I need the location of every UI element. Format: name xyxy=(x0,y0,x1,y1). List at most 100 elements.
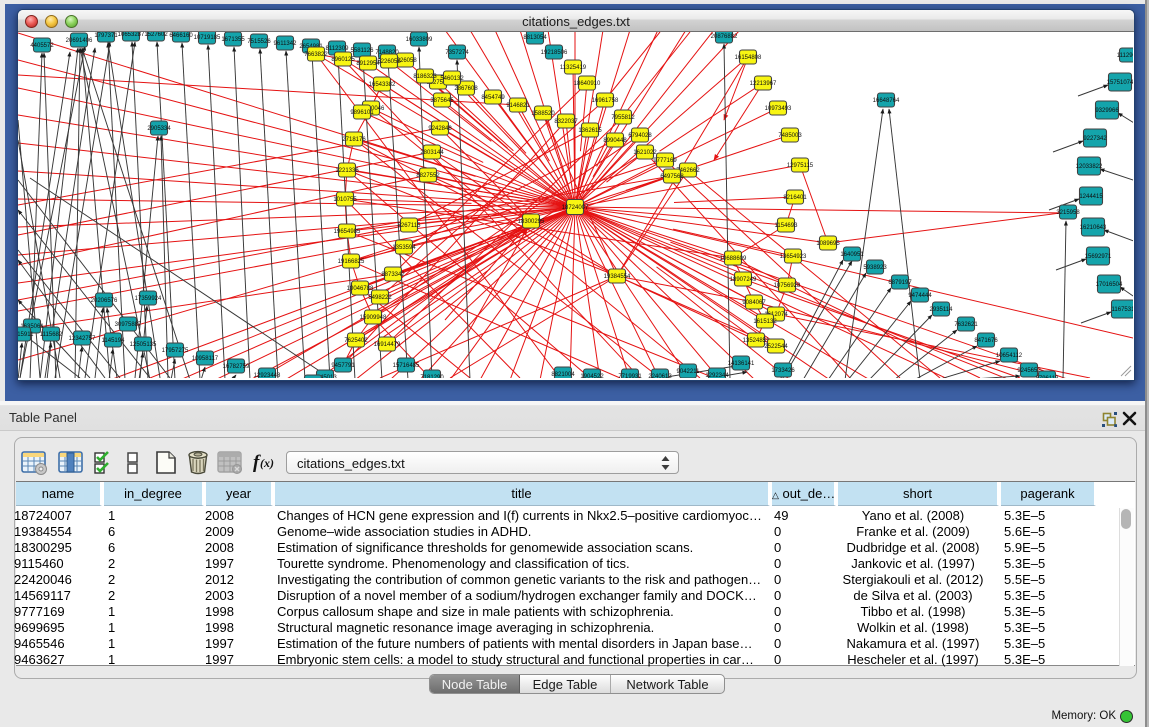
svg-text:9474444: 9474444 xyxy=(908,293,932,299)
svg-text:8873342: 8873342 xyxy=(381,272,405,278)
svg-text:17016504: 17016504 xyxy=(1096,282,1123,288)
svg-text:8454749: 8454749 xyxy=(481,95,505,101)
svg-text:16543382: 16543382 xyxy=(369,82,396,88)
svg-text:20206576: 20206576 xyxy=(91,298,118,304)
svg-text:1353594: 1353594 xyxy=(392,245,416,251)
svg-text:1640951: 1640951 xyxy=(840,252,864,258)
svg-text:8827552: 8827552 xyxy=(416,173,440,179)
svg-text:5938923: 5938923 xyxy=(863,265,887,271)
svg-text:1167531: 1167531 xyxy=(1112,307,1133,313)
svg-text:1010755: 1010755 xyxy=(333,197,357,203)
svg-text:19218506: 19218506 xyxy=(541,50,568,56)
svg-text:13654923: 13654923 xyxy=(780,254,807,260)
svg-text:1115682: 1115682 xyxy=(40,332,63,338)
svg-text:18724007: 18724007 xyxy=(562,205,589,211)
svg-text:12342757: 12342757 xyxy=(69,336,96,342)
svg-text:17359924: 17359924 xyxy=(135,296,162,302)
svg-text:8990448: 8990448 xyxy=(603,138,627,144)
svg-text:19384554: 19384554 xyxy=(604,274,631,280)
svg-text:8796113: 8796113 xyxy=(1036,376,1060,378)
svg-text:20876882: 20876882 xyxy=(711,34,738,40)
svg-text:11325419: 11325419 xyxy=(560,65,587,71)
svg-text:7515526: 7515526 xyxy=(247,39,271,45)
svg-text:1145194: 1145194 xyxy=(102,338,126,344)
svg-text:7625402: 7625402 xyxy=(344,338,368,344)
svg-text:15692971: 15692971 xyxy=(1085,254,1112,260)
svg-text:8216401: 8216401 xyxy=(783,195,807,201)
svg-text:16961758: 16961758 xyxy=(592,98,619,104)
svg-text:1089695: 1089695 xyxy=(816,241,840,247)
svg-text:14136141: 14136141 xyxy=(728,361,755,367)
svg-text:1154693: 1154693 xyxy=(775,223,799,229)
svg-text:3875645: 3875645 xyxy=(430,98,454,104)
svg-text:1797371: 1797371 xyxy=(94,33,118,39)
svg-text:(x): (x) xyxy=(260,456,274,470)
svg-text:8186323: 8186323 xyxy=(413,74,437,80)
svg-text:10958117: 10958117 xyxy=(192,356,219,362)
svg-text:1244415: 1244415 xyxy=(1079,194,1103,200)
svg-text:8112309: 8112309 xyxy=(326,46,350,52)
svg-text:10756928: 10756928 xyxy=(774,283,801,289)
svg-text:5226058: 5226058 xyxy=(377,59,401,65)
svg-text:1733426: 1733426 xyxy=(771,368,795,374)
svg-text:9329966: 9329966 xyxy=(1095,108,1119,114)
svg-text:10654112: 10654112 xyxy=(996,353,1023,359)
svg-text:10653287: 10653287 xyxy=(118,32,145,38)
svg-text:10719185: 10719185 xyxy=(194,35,221,41)
svg-text:2867608: 2867608 xyxy=(454,86,478,92)
svg-text:15716485: 15716485 xyxy=(393,363,420,369)
svg-text:10046788: 10046788 xyxy=(347,286,374,292)
svg-text:1292344: 1292344 xyxy=(705,373,729,378)
svg-text:17957275: 17957275 xyxy=(162,348,189,354)
svg-text:16033809: 16033809 xyxy=(406,37,433,43)
svg-text:9146821: 9146821 xyxy=(506,103,530,109)
svg-text:1588520: 1588520 xyxy=(531,111,555,117)
svg-text:9245652: 9245652 xyxy=(1017,368,1041,374)
svg-text:7955812: 7955812 xyxy=(611,115,635,121)
svg-text:19166825: 19166825 xyxy=(338,259,365,265)
svg-text:20691406: 20691406 xyxy=(66,38,93,44)
svg-text:19654985: 19654985 xyxy=(334,229,361,235)
svg-text:2522544: 2522544 xyxy=(764,344,788,350)
svg-text:9084067: 9084067 xyxy=(742,300,766,306)
svg-text:8821004: 8821004 xyxy=(551,372,575,378)
svg-text:6794028: 6794028 xyxy=(628,133,652,139)
svg-text:12923448: 12923448 xyxy=(254,373,281,378)
svg-text:1615132: 1615132 xyxy=(753,319,777,325)
svg-text:18907249: 18907249 xyxy=(730,277,757,283)
svg-text:7181290: 7181290 xyxy=(420,375,444,378)
svg-text:1527602: 1527602 xyxy=(144,32,168,38)
svg-text:1621022: 1621022 xyxy=(633,150,657,156)
svg-text:30975887: 30975887 xyxy=(115,322,142,328)
svg-text:5498222: 5498222 xyxy=(368,295,392,301)
svg-text:10688609: 10688609 xyxy=(720,256,747,262)
svg-text:16154808: 16154808 xyxy=(735,55,762,61)
svg-text:15751074: 15751074 xyxy=(1107,80,1133,86)
svg-text:9457791: 9457791 xyxy=(331,363,355,369)
svg-text:6879197: 6879197 xyxy=(888,280,912,286)
svg-text:2240613: 2240613 xyxy=(648,374,672,378)
svg-text:1112906: 1112906 xyxy=(1117,53,1133,59)
svg-text:4405572: 4405572 xyxy=(30,43,54,49)
svg-text:5581126: 5581126 xyxy=(351,48,375,54)
svg-text:6497568: 6497568 xyxy=(660,174,684,180)
svg-text:2803144: 2803144 xyxy=(420,150,444,156)
svg-text:7663822: 7663822 xyxy=(304,52,328,58)
svg-text:12975115: 12975115 xyxy=(787,163,814,169)
svg-text:8267115: 8267115 xyxy=(398,223,422,229)
svg-text:3215958: 3215958 xyxy=(1056,210,1080,216)
svg-text:1362615: 1362615 xyxy=(578,128,602,134)
svg-text:1904522: 1904522 xyxy=(580,374,604,378)
svg-text:3915911: 3915911 xyxy=(18,332,34,338)
svg-text:7485003: 7485003 xyxy=(778,133,802,139)
svg-text:2935114: 2935114 xyxy=(930,307,954,313)
svg-text:18640910: 18640910 xyxy=(574,81,601,87)
svg-text:10973493: 10973493 xyxy=(765,106,792,112)
svg-text:8322037: 8322037 xyxy=(554,119,578,125)
svg-text:9227342: 9227342 xyxy=(1083,136,1107,142)
svg-text:9777169: 9777169 xyxy=(653,158,677,164)
svg-text:5460132: 5460132 xyxy=(440,76,464,82)
svg-text:12033822: 12033822 xyxy=(1076,164,1103,170)
svg-text:16648764: 16648764 xyxy=(873,98,900,104)
svg-text:18300295: 18300295 xyxy=(518,219,545,225)
